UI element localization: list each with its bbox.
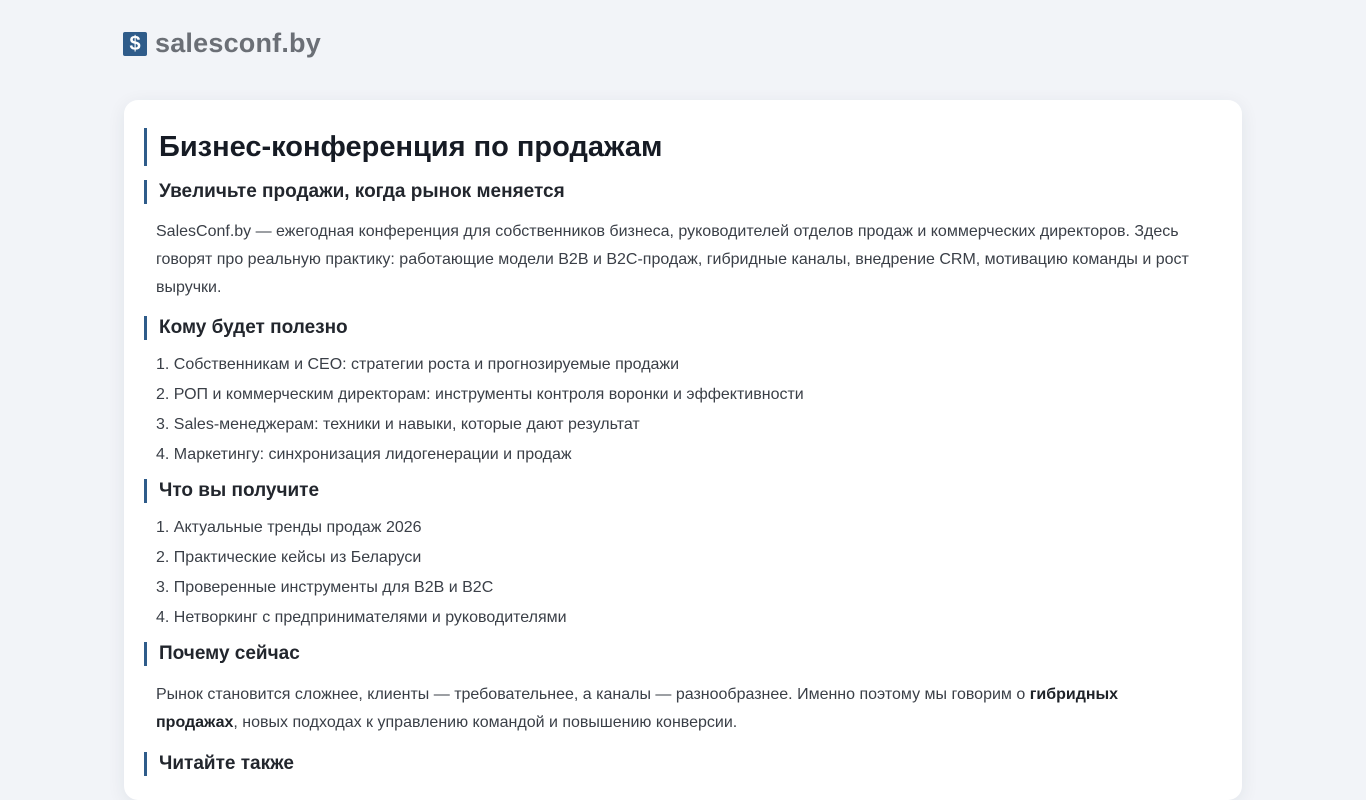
section-heading-benefits: Что вы получите	[144, 479, 319, 503]
intro-paragraph: SalesConf.by — ежегодная конференция для…	[156, 223, 1189, 296]
audience-list: 1. Собственникам и CEO: стратегии роста …	[156, 350, 804, 470]
list-item: 4. Маркетингу: синхронизация лидогенерац…	[156, 446, 572, 463]
article-card: Бизнес-конференция по продажам Увеличьте…	[124, 100, 1242, 800]
why-now-paragraph: Рынок становится сложнее, клиенты — треб…	[156, 681, 1196, 737]
section-heading-why-now: Почему сейчас	[144, 642, 300, 666]
site-logo-text[interactable]: salesconf.by	[155, 28, 321, 59]
section-heading-read-also: Читайте также	[144, 752, 294, 776]
list-item: 3. Проверенные инструменты для B2B и B2C	[156, 579, 494, 596]
dollar-logo-icon[interactable]: $	[123, 31, 147, 56]
list-item: 3. Sales-менеджерам: техники и навыки, к…	[156, 416, 640, 433]
benefits-list: 1. Актуальные тренды продаж 2026 2. Прак…	[156, 513, 567, 633]
section-heading-intro: Увеличьте продажи, когда рынок меняется	[144, 180, 565, 204]
list-item: 2. РОП и коммерческим директорам: инстру…	[156, 386, 804, 403]
list-item: 1. Актуальные тренды продаж 2026	[156, 519, 422, 536]
page-title: Бизнес-конференция по продажам	[144, 128, 663, 166]
list-item: 2. Практические кейсы из Беларуси	[156, 549, 422, 566]
why-now-text-after: , новых подходах к управлению командой и…	[233, 714, 738, 731]
list-item: 4. Нетворкинг с предпринимателями и руко…	[156, 609, 567, 626]
list-item: 1. Собственникам и CEO: стратегии роста …	[156, 356, 680, 373]
site-header: $ salesconf.by	[123, 28, 321, 59]
section-heading-audience: Кому будет полезно	[144, 316, 348, 340]
why-now-text-before: Рынок становится сложнее, клиенты — треб…	[156, 686, 1030, 703]
